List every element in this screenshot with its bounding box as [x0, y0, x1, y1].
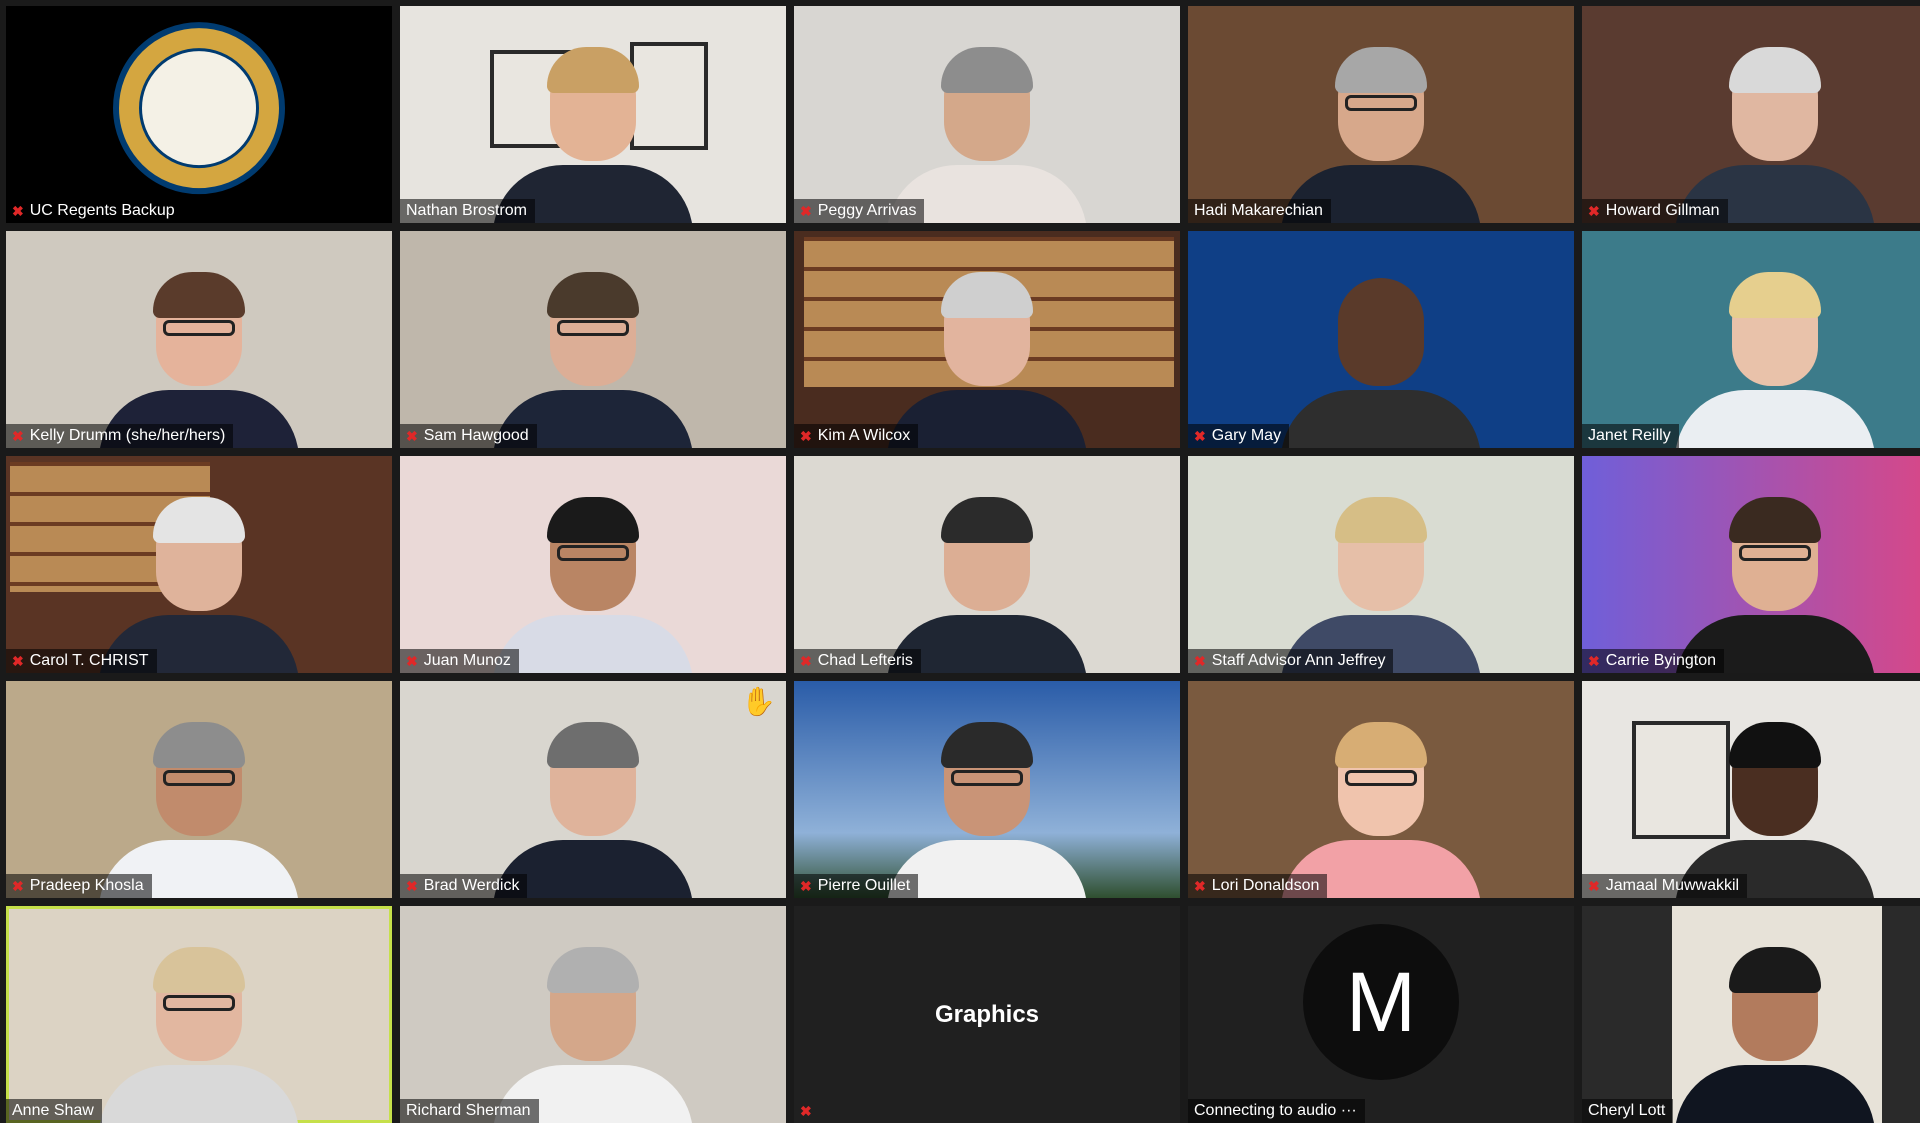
mic-muted-icon: ✖ — [1588, 652, 1600, 669]
name-label: ✖ Staff Advisor Ann Jeffrey — [1188, 649, 1394, 673]
mic-muted-icon: ✖ — [1588, 877, 1600, 894]
mic-muted-icon: ✖ — [406, 877, 418, 894]
participant-tile[interactable]: ✖ Juan Munoz — [400, 456, 786, 673]
participant-tile[interactable]: Cheryl Lott — [1582, 906, 1920, 1123]
name-label: ✖ Gary May — [1188, 424, 1290, 448]
name-label: Anne Shaw — [6, 1099, 102, 1123]
participant-video — [1281, 33, 1481, 223]
name-label: ✖ Brad Werdick — [400, 874, 528, 898]
name-label: Richard Sherman — [400, 1099, 539, 1123]
participant-tile[interactable]: ✖ Pierre Ouillet — [794, 681, 1180, 898]
mic-muted-icon: ✖ — [1194, 427, 1206, 444]
mic-muted-icon: ✖ — [406, 652, 418, 669]
mic-muted-icon: ✖ — [12, 652, 24, 669]
mic-muted-icon: ✖ — [800, 427, 812, 444]
name-label: ✖ Carol T. CHRIST — [6, 649, 157, 673]
participant-video — [493, 933, 693, 1123]
participant-video — [887, 258, 1087, 448]
participant-video — [1675, 258, 1875, 448]
name-label: ✖ Pradeep Khosla — [6, 874, 152, 898]
participant-video — [1675, 33, 1875, 223]
uc-seal-logo — [113, 21, 285, 194]
participant-video — [1281, 708, 1481, 898]
participant-video — [493, 33, 693, 223]
participant-tile[interactable]: ✖ Lori Donaldson — [1188, 681, 1574, 898]
mic-muted-icon: ✖ — [1588, 202, 1600, 219]
name-label: ✖ Juan Munoz — [400, 649, 519, 673]
participant-tile[interactable]: ✖ Kim A Wilcox — [794, 231, 1180, 448]
name-label: Janet Reilly — [1582, 424, 1679, 448]
name-label: ✖ Carrie Byington — [1582, 649, 1725, 673]
mic-muted-icon: ✖ — [406, 427, 418, 444]
participant-video — [1281, 483, 1481, 673]
mic-muted-icon: ✖ — [1194, 877, 1206, 894]
participant-tile[interactable]: ✖ Staff Advisor Ann Jeffrey — [1188, 456, 1574, 673]
participant-tile[interactable]: Janet Reilly — [1582, 231, 1920, 448]
participant-video — [1675, 708, 1875, 898]
mic-muted-icon: ✖ — [12, 427, 24, 444]
participant-tile[interactable]: ✖ Chad Lefteris — [794, 456, 1180, 673]
participant-video — [99, 483, 299, 673]
mic-muted-icon: ✖ — [800, 202, 812, 219]
name-label: ✖ Kelly Drumm (she/her/hers) — [6, 424, 234, 448]
participant-video — [887, 708, 1087, 898]
participant-video — [1281, 258, 1481, 448]
mic-muted-icon: ✖ — [800, 877, 812, 894]
participant-video — [493, 258, 693, 448]
participant-tile[interactable]: ✖ UC Regents Backup — [6, 6, 392, 223]
participant-tile[interactable]: M Connecting to audio ··· — [1188, 906, 1574, 1123]
participant-tile[interactable]: ✖ Carol T. CHRIST — [6, 456, 392, 673]
mic-muted-icon: ✖ — [800, 652, 812, 669]
name-label: ✖ Lori Donaldson — [1188, 874, 1328, 898]
mic-muted-icon: ✖ — [12, 202, 24, 219]
name-label: ✖ Pierre Ouillet — [794, 874, 919, 898]
name-label: ✖ Peggy Arrivas — [794, 199, 925, 223]
name-label: Nathan Brostrom — [400, 199, 535, 223]
mic-muted-icon: ✖ — [800, 1103, 812, 1119]
participant-video — [493, 483, 693, 673]
participant-video — [1675, 933, 1875, 1123]
participant-tile[interactable]: Richard Sherman — [400, 906, 786, 1123]
participant-video — [99, 933, 299, 1123]
name-label: ✖ Kim A Wilcox — [794, 424, 919, 448]
participant-video — [99, 708, 299, 898]
participant-video — [493, 708, 693, 898]
participant-tile[interactable]: ✖ Jamaal Muwwakkil — [1582, 681, 1920, 898]
mic-muted-icon: ✖ — [12, 877, 24, 894]
name-label: ✖ — [794, 1100, 820, 1123]
name-label: ✖ Howard Gillman — [1582, 199, 1728, 223]
participant-tile[interactable]: ✖ Sam Hawgood — [400, 231, 786, 448]
graphics-label: Graphics — [934, 1000, 1040, 1028]
participant-tile[interactable]: ✖ Carrie Byington — [1582, 456, 1920, 673]
participant-tile[interactable]: ✖ Gary May — [1188, 231, 1574, 448]
participant-tile[interactable]: Nathan Brostrom — [400, 6, 786, 223]
participant-video — [99, 258, 299, 448]
participant-tile[interactable]: ✖ Howard Gillman — [1582, 6, 1920, 223]
name-label: ✖ UC Regents Backup — [6, 199, 183, 223]
participant-tile[interactable]: Hadi Makarechian — [1188, 6, 1574, 223]
name-label: ✖ Sam Hawgood — [400, 424, 537, 448]
participant-tile[interactable]: ✖ Kelly Drumm (she/her/hers) — [6, 231, 392, 448]
name-label: Hadi Makarechian — [1188, 199, 1331, 223]
participant-tile[interactable]: ✖ Pradeep Khosla — [6, 681, 392, 898]
avatar: M — [1303, 924, 1459, 1080]
name-label: Connecting to audio ··· — [1188, 1099, 1365, 1123]
participant-tile[interactable]: ✖ Peggy Arrivas — [794, 6, 1180, 223]
mic-muted-icon: ✖ — [1194, 652, 1206, 669]
name-label: Cheryl Lott — [1582, 1099, 1674, 1123]
participant-video — [887, 33, 1087, 223]
participant-tile[interactable]: Graphics ✖ — [794, 906, 1180, 1123]
participant-tile-active-speaker[interactable]: Anne Shaw — [6, 906, 392, 1123]
participant-video — [1675, 483, 1875, 673]
name-label: ✖ Chad Lefteris — [794, 649, 921, 673]
raised-hand-icon: ✋ — [741, 686, 776, 717]
video-grid: ✖ UC Regents Backup Nathan Brostrom ✖ Pegg… — [6, 6, 1920, 1123]
name-label: ✖ Jamaal Muwwakkil — [1582, 874, 1748, 898]
participant-video — [887, 483, 1087, 673]
participant-tile[interactable]: ✋ ✖ Brad Werdick — [400, 681, 786, 898]
